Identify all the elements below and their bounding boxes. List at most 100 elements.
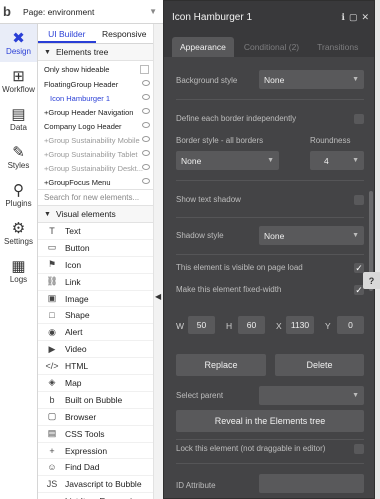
nav-data[interactable]: ▤ Data xyxy=(0,100,37,138)
tree-item[interactable]: FloatingGroup Header xyxy=(38,77,153,91)
element-search-input[interactable]: Search for new elements... xyxy=(38,189,153,206)
element-search-placeholder: Search for new elements... xyxy=(44,193,140,202)
shadow-style-value: None xyxy=(264,230,285,241)
visual-element-item[interactable]: ▢ Browser xyxy=(38,409,153,426)
tab-conditional[interactable]: Conditional (2) xyxy=(236,37,307,57)
visual-element-item[interactable]: ▭ Button xyxy=(38,240,153,257)
help-tab[interactable]: ? xyxy=(363,272,380,289)
shape-icon: □ xyxy=(49,310,55,321)
tree-item-label: FloatingGroup Header xyxy=(44,79,119,89)
tree-item[interactable]: +GroupFocus Menu xyxy=(38,175,153,189)
tree-item[interactable]: +Group Header Navigation xyxy=(38,105,153,119)
settings-icon: ⚙ xyxy=(11,219,26,237)
visual-element-item[interactable]: ◉ Alert xyxy=(38,324,153,342)
background-style-label: Background style xyxy=(176,76,238,85)
eye-icon[interactable] xyxy=(142,164,150,170)
text-shadow-label: Show text shadow xyxy=(176,195,241,204)
reveal-in-tree-button[interactable]: Reveal in the Elements tree xyxy=(176,410,364,432)
define-border-checkbox[interactable] xyxy=(354,114,364,124)
visible-on-load-label: This element is visible on page load xyxy=(176,263,303,272)
visual-element-item[interactable]: ◈ Map xyxy=(38,375,153,392)
background-style-dropdown[interactable]: None ▼ xyxy=(259,70,364,89)
visual-element-item[interactable]: b Built on Bubble xyxy=(38,392,153,409)
height-input[interactable]: 60 xyxy=(238,316,265,334)
property-editor: Icon Hamburger 1 ℹ ▢ ✕ Appearance Condit… xyxy=(163,0,375,499)
visual-element-item[interactable]: + Expression xyxy=(38,443,153,460)
visible-on-load-checkbox[interactable]: ✓ xyxy=(354,263,364,273)
tree-item[interactable]: +Group Sustainability Tablet xyxy=(38,147,153,161)
id-attribute-input[interactable] xyxy=(259,474,364,493)
select-parent-dropdown[interactable]: ▼ xyxy=(259,386,364,405)
width-input[interactable]: 50 xyxy=(188,316,215,334)
link-icon: ⛓ xyxy=(46,276,58,287)
visual-element-label: Map xyxy=(65,377,82,388)
tree-item-label: +GroupFocus Menu xyxy=(44,177,111,187)
eye-icon[interactable] xyxy=(142,178,150,184)
tab-transitions[interactable]: Transitions xyxy=(309,37,366,57)
tab-ui-builder[interactable]: UI Builder xyxy=(38,24,96,43)
tree-item-label: +Group Sustainability Tablet xyxy=(44,149,138,159)
text-shadow-checkbox[interactable] xyxy=(354,195,364,205)
styles-icon: ✎ xyxy=(12,143,25,161)
shadow-style-dropdown[interactable]: None ▼ xyxy=(259,226,364,245)
comment-icon[interactable]: ▢ xyxy=(349,12,358,23)
plus-icon: + xyxy=(49,445,55,456)
visual-element-item[interactable]: ▣ Image xyxy=(38,291,153,308)
eye-icon[interactable] xyxy=(142,80,150,86)
triangle-down-icon: ▼ xyxy=(44,210,51,218)
eye-icon[interactable] xyxy=(142,136,150,142)
panel-scrollbar[interactable] xyxy=(153,24,163,499)
divider xyxy=(176,99,364,100)
bubble-logo-icon[interactable]: b xyxy=(3,4,19,20)
info-icon[interactable]: ℹ xyxy=(342,12,345,23)
tab-responsive[interactable]: Responsive xyxy=(96,24,154,43)
nav-logs[interactable]: ▦ Logs xyxy=(0,252,37,290)
visual-element-item[interactable]: ▤ CSS Tools xyxy=(38,426,153,443)
border-style-dropdown[interactable]: None ▼ xyxy=(176,151,279,170)
nav-design[interactable]: ✖ Design xyxy=(0,24,37,62)
plugins-icon: ⚲ xyxy=(13,181,24,199)
roundness-dropdown[interactable]: 4 ▼ xyxy=(310,151,364,170)
y-position-input[interactable]: 0 xyxy=(337,316,364,334)
property-editor-titlebar[interactable]: Icon Hamburger 1 ℹ ▢ ✕ xyxy=(164,1,374,33)
nav-plugins[interactable]: ⚲ Plugins xyxy=(0,176,37,214)
background-style-value: None xyxy=(264,74,285,85)
nav-styles[interactable]: ✎ Styles xyxy=(0,138,37,176)
eye-icon[interactable] xyxy=(142,150,150,156)
visual-element-item[interactable]: ⚑ Icon xyxy=(38,257,153,274)
delete-button[interactable]: Delete xyxy=(275,354,364,376)
map-icon: ◈ xyxy=(48,377,56,388)
tree-item[interactable]: Icon Hamburger 1 xyxy=(38,91,153,105)
visual-element-item[interactable]: ☺ Find Dad xyxy=(38,459,153,477)
workflow-icon: ⊞ xyxy=(12,67,25,85)
eye-icon[interactable] xyxy=(142,122,150,128)
visual-element-item[interactable]: T Text xyxy=(38,223,153,240)
visual-element-item[interactable]: ≡List Item Expression xyxy=(38,493,153,499)
tree-item[interactable]: +Group Sustainability Mobile xyxy=(38,133,153,147)
tab-appearance[interactable]: Appearance xyxy=(172,37,234,57)
show-hideable-checkbox[interactable] xyxy=(140,65,149,74)
eye-icon[interactable] xyxy=(142,94,150,100)
visual-elements-header[interactable]: ▼ Visual elements xyxy=(38,206,153,223)
width-axis-label: W xyxy=(176,321,185,331)
visual-element-item[interactable]: </> HTML xyxy=(38,358,153,376)
nav-settings[interactable]: ⚙ Settings xyxy=(0,214,37,252)
page-selector[interactable]: Page: environment ▼ xyxy=(23,7,163,17)
visual-element-item[interactable]: ⛓ Link xyxy=(38,274,153,291)
chevron-down-icon: ▼ xyxy=(352,157,359,164)
logs-icon: ▦ xyxy=(11,257,26,275)
nav-workflow[interactable]: ⊞ Workflow xyxy=(0,62,37,100)
tree-item[interactable]: +Group Sustainability Deskt... xyxy=(38,161,153,175)
collapse-panel-icon[interactable]: ◀ xyxy=(155,292,161,301)
replace-button[interactable]: Replace xyxy=(176,354,266,376)
left-nav-rail: ✖ Design ⊞ Workflow ▤ Data ✎ Styles ⚲ Plugins ⚙ Set… xyxy=(0,24,38,499)
visual-element-item[interactable]: □ Shape xyxy=(38,307,153,325)
visual-element-item[interactable]: JS Javascript to Bubble xyxy=(38,476,153,494)
elements-tree-header[interactable]: ▼ Elements tree xyxy=(38,44,153,61)
x-position-input[interactable]: 1130 xyxy=(286,316,314,334)
eye-icon[interactable] xyxy=(142,108,150,114)
lock-element-checkbox[interactable] xyxy=(354,444,364,454)
tree-item[interactable]: Company Logo Header xyxy=(38,119,153,133)
visual-element-item[interactable]: ▶ Video xyxy=(38,341,153,359)
close-icon[interactable]: ✕ xyxy=(361,12,369,23)
